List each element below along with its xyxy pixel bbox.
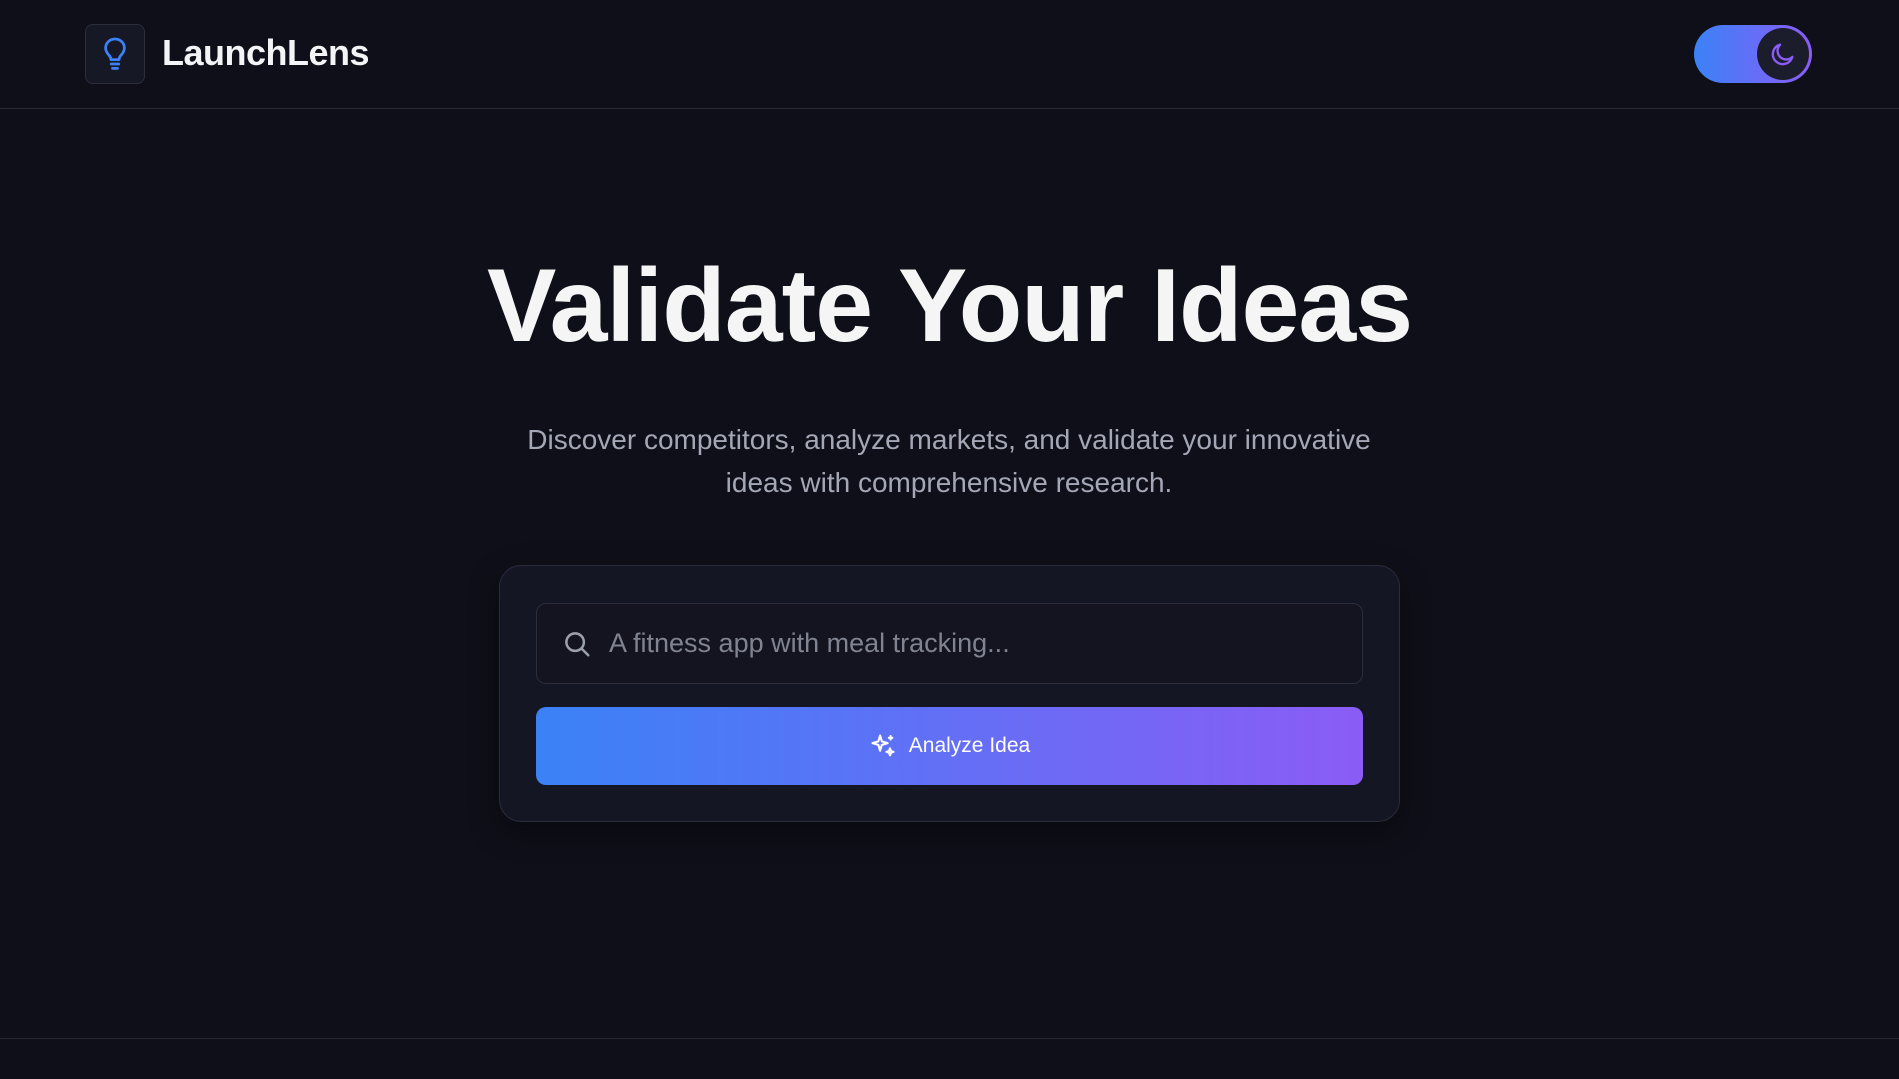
hero-subtitle-line-2: ideas with comprehensive research.: [725, 467, 1173, 498]
toggle-knob: [1757, 28, 1809, 80]
top-navbar: LaunchLens: [0, 0, 1899, 109]
moon-icon: [1771, 43, 1794, 66]
theme-toggle[interactable]: [1694, 25, 1812, 83]
search-box[interactable]: [536, 603, 1363, 684]
logo-badge[interactable]: [85, 24, 145, 84]
footer-divider: [0, 1038, 1899, 1039]
hero-subtitle: Discover competitors, analyze markets, a…: [500, 418, 1398, 504]
search-icon: [559, 626, 595, 662]
idea-search-input[interactable]: [609, 604, 1342, 683]
idea-input-card: Analyze Idea: [499, 565, 1400, 822]
analyze-button-label: Analyze Idea: [908, 734, 1031, 757]
brand-name[interactable]: LaunchLens: [162, 30, 370, 76]
sparkles-icon: [869, 732, 897, 760]
lightbulb-icon: [104, 37, 126, 70]
page: LaunchLens Validate Your Ideas Discover …: [0, 0, 1899, 1079]
hero-subtitle-line-1: Discover competitors, analyze markets, a…: [527, 424, 1371, 455]
hero-title: Validate Your Ideas: [486, 248, 1413, 364]
analyze-idea-button[interactable]: Analyze Idea: [536, 707, 1363, 785]
